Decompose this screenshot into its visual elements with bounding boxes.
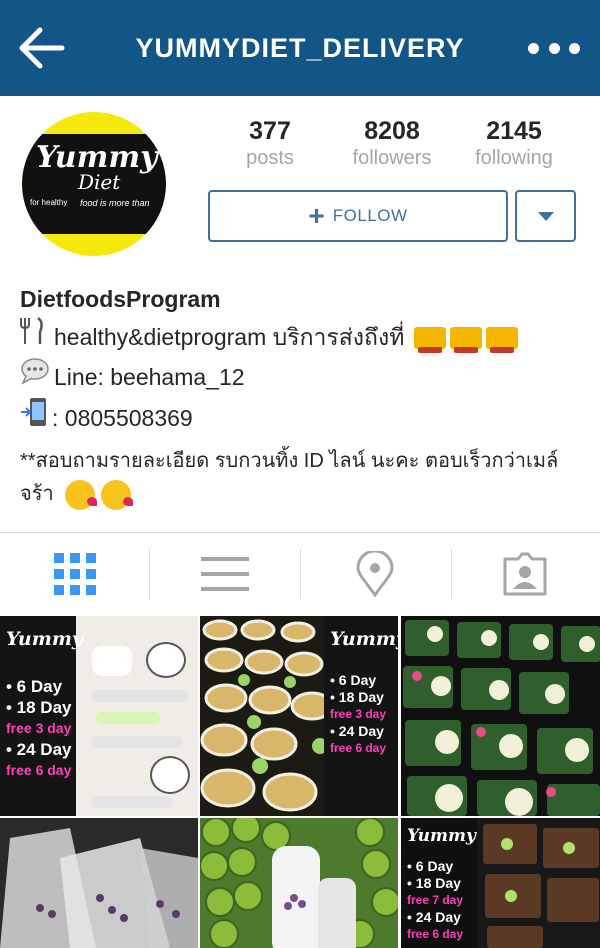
tagged-person-icon: [503, 552, 547, 596]
following-count: 2145: [486, 117, 542, 145]
tab-tagged[interactable]: [450, 533, 600, 615]
bio-line-1-text: healthy&dietprogram บริการส่งถึงที่: [54, 323, 405, 350]
profile-username-title: YUMMYDIET_DELIVERY: [135, 32, 465, 63]
posts-count: 377: [249, 117, 291, 145]
bio-line-2: Line: beehama_12: [20, 357, 580, 396]
speech-bubble-icon: [20, 357, 54, 396]
bio-line-1: healthy&dietprogram บริการส่งถึงที่: [20, 316, 580, 357]
profile-full-name: DietfoodsProgram: [20, 286, 221, 312]
followers-count: 8208: [364, 117, 420, 145]
photo-grid: Yummy • 6 Day • 18 Day free 3 day • 24 D…: [0, 616, 600, 948]
grid-post-4[interactable]: [0, 818, 198, 948]
avatar-logo-small-left: for healthy: [30, 198, 68, 207]
following-label: following: [475, 147, 553, 169]
grid-post-1[interactable]: Yummy • 6 Day • 18 Day free 3 day • 24 D…: [0, 616, 198, 816]
truck-icon: [410, 318, 519, 356]
top-bar: YUMMYDIET_DELIVERY: [0, 0, 600, 96]
grid-post-2[interactable]: Yummy • 6 Day • 18 Day free 3 day • 24 D…: [200, 616, 398, 816]
grid-post-5[interactable]: [200, 818, 398, 948]
post-brand: Yummy: [407, 826, 476, 846]
tab-places[interactable]: [300, 533, 450, 615]
following-stat[interactable]: 2145 following: [452, 116, 576, 170]
chevron-down-icon: [537, 211, 554, 221]
avatar[interactable]: Yummy Diet for healthy food is more than: [22, 112, 166, 256]
post-promo-text: • 6 Day • 18 Day free 7 day • 24 Day fre…: [407, 858, 464, 941]
post-promo-text: • 6 Day • 18 Day free 3 day • 24 Day fre…: [330, 672, 387, 755]
kiss-face-icon: [65, 479, 98, 510]
bio-line-2-text: Line: beehama_12: [54, 363, 245, 390]
posts-stat[interactable]: 377 posts: [208, 116, 332, 170]
tab-grid-view[interactable]: [0, 533, 150, 615]
more-options-icon[interactable]: [528, 34, 580, 62]
location-pin-icon: [356, 551, 394, 597]
avatar-logo-subtext: Diet: [78, 170, 121, 194]
profile-stats: 377 posts 8208 followers 2145 following: [208, 116, 576, 176]
grid-post-6[interactable]: Yummy • 6 Day • 18 Day free 7 day • 24 D…: [401, 818, 600, 948]
mobile-phone-icon: [20, 396, 52, 439]
kiss-face-icon: [101, 479, 134, 510]
view-tabs: [0, 533, 600, 615]
grid-icon: [54, 553, 96, 595]
posts-label: posts: [246, 147, 294, 169]
followers-stat[interactable]: 8208 followers: [330, 116, 454, 170]
avatar-logo-small-right: food is more than: [80, 198, 150, 208]
grid-post-3[interactable]: [401, 616, 600, 816]
post-brand: Yummy: [6, 628, 83, 650]
profile-header: Yummy Diet for healthy food is more than…: [0, 96, 600, 532]
back-arrow-icon[interactable]: [18, 26, 66, 70]
post-brand: Yummy: [330, 628, 398, 650]
follow-button-label: FOLLOW: [332, 206, 408, 225]
bio-line-3: : 0805508369: [20, 396, 580, 439]
suggestions-dropdown-button[interactable]: [515, 190, 576, 242]
bio-description: **สอบถามรายละเอียด รบกวนทิ้ง ID ไลน์ นะค…: [20, 445, 580, 511]
post-promo-text: • 6 Day • 18 Day free 3 day • 24 Day fre…: [6, 677, 72, 778]
followers-label: followers: [352, 147, 432, 169]
fork-knife-icon: [20, 316, 54, 357]
tab-list-view[interactable]: [150, 533, 300, 615]
bio-line-3-text: : 0805508369: [52, 404, 193, 431]
profile-bio: DietfoodsProgram healthy&dietprogram บริ…: [20, 282, 580, 511]
follow-button[interactable]: + FOLLOW: [208, 190, 508, 242]
list-icon: [201, 557, 249, 591]
plus-icon: +: [308, 200, 325, 231]
